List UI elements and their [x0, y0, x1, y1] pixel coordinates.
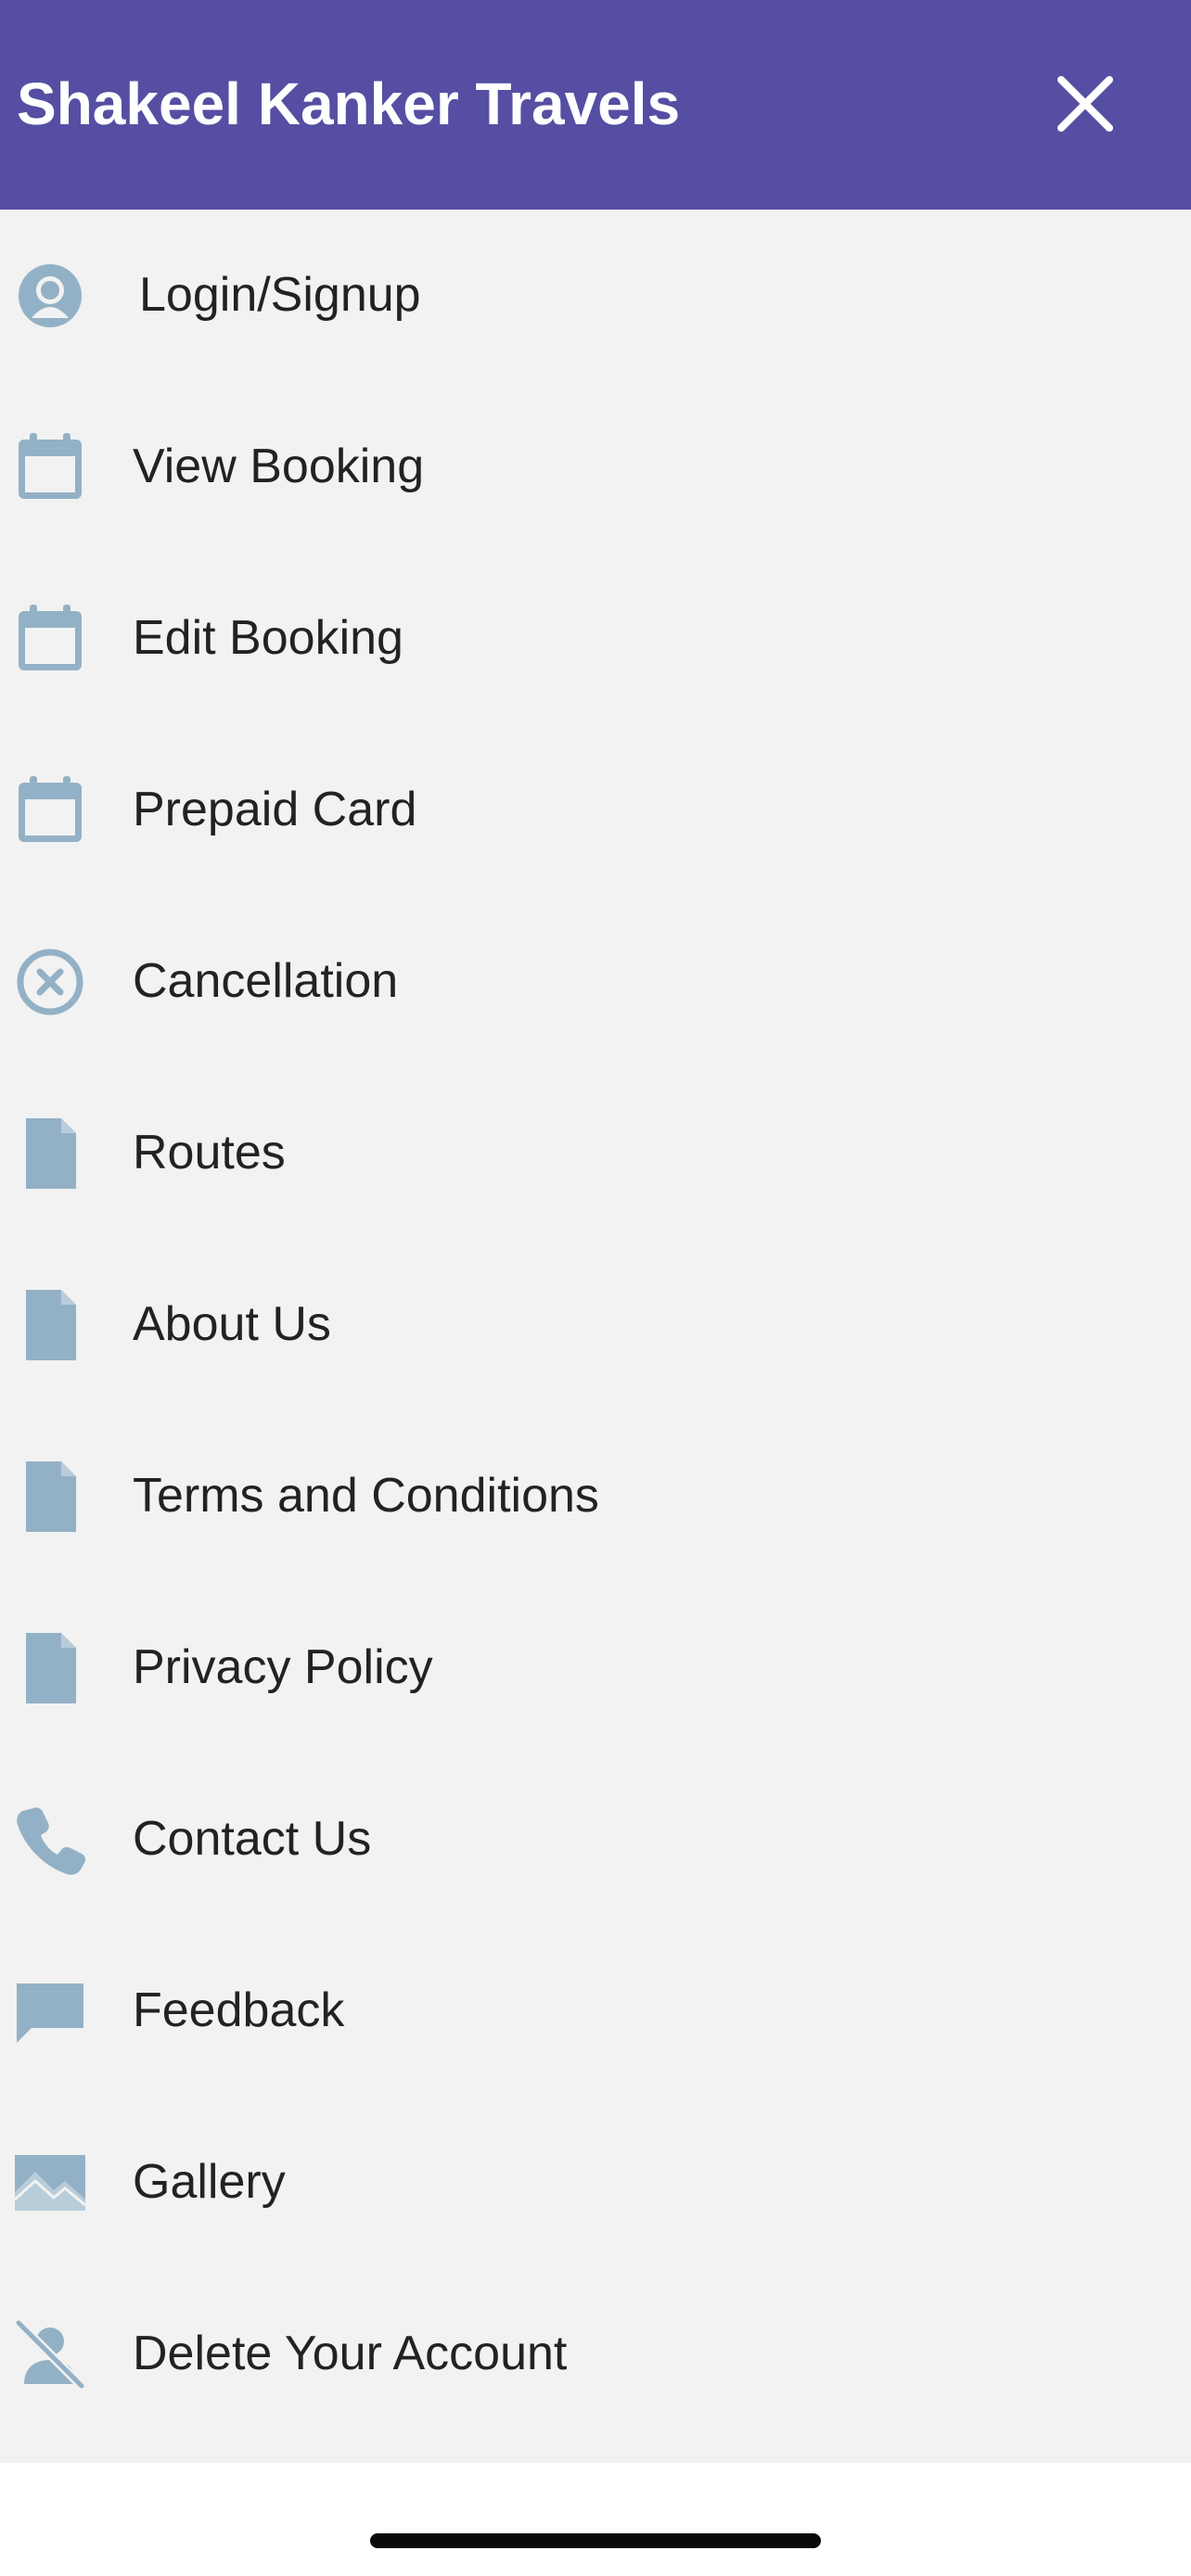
menu-item-label: Prepaid Card [133, 783, 417, 836]
menu-item-label: Terms and Conditions [133, 1469, 599, 1523]
menu-item-label: About Us [133, 1297, 331, 1351]
menu-item-contact-us[interactable]: Contact Us [0, 1753, 1191, 1925]
menu-item-login-signup[interactable]: Login/Signup [0, 210, 1191, 381]
calendar-icon [13, 773, 87, 848]
menu-item-label: View Booking [133, 440, 425, 493]
phone-icon [13, 1803, 87, 1877]
home-indicator-area [0, 2463, 1191, 2576]
calendar-icon [13, 430, 87, 504]
menu-item-prepaid-card[interactable]: Prepaid Card [0, 724, 1191, 896]
menu-item-label: Routes [133, 1126, 286, 1180]
document-icon [13, 1116, 87, 1191]
menu-item-gallery[interactable]: Gallery [0, 2097, 1191, 2268]
menu-item-label: Contact Us [133, 1812, 372, 1866]
menu-item-label: Privacy Policy [133, 1640, 433, 1694]
menu-item-label: Cancellation [133, 954, 399, 1008]
menu-item-routes[interactable]: Routes [0, 1067, 1191, 1239]
drawer-header: Shakeel Kanker Travels [0, 0, 1191, 210]
menu-item-cancellation[interactable]: Cancellation [0, 896, 1191, 1067]
menu-item-edit-booking[interactable]: Edit Booking [0, 553, 1191, 724]
menu-item-label: Gallery [133, 2155, 286, 2209]
menu-item-about-us[interactable]: About Us [0, 1239, 1191, 1410]
document-icon [13, 1631, 87, 1705]
menu-item-terms-and-conditions[interactable]: Terms and Conditions [0, 1410, 1191, 1582]
document-icon [13, 1288, 87, 1362]
image-icon [13, 2146, 87, 2220]
menu-item-label: Feedback [133, 1983, 345, 2037]
menu-item-privacy-policy[interactable]: Privacy Policy [0, 1582, 1191, 1753]
menu-item-view-booking[interactable]: View Booking [0, 381, 1191, 553]
menu-item-label: Edit Booking [133, 611, 403, 665]
cancel-circle-icon [13, 945, 87, 1019]
app-title: Shakeel Kanker Travels [17, 70, 681, 137]
drawer-menu: Login/Signup View Booking Edit Booking P… [0, 210, 1191, 2463]
close-button[interactable] [1048, 67, 1122, 141]
menu-item-label: Delete Your Account [133, 2327, 568, 2380]
chat-bubble-icon [13, 1974, 87, 2048]
home-indicator[interactable] [370, 2533, 821, 2548]
menu-item-feedback[interactable]: Feedback [0, 1925, 1191, 2097]
calendar-icon [13, 602, 87, 676]
document-icon [13, 1460, 87, 1534]
user-icon [13, 259, 87, 333]
navigation-drawer: Shakeel Kanker Travels Login/Signup View… [0, 0, 1191, 2576]
menu-item-delete-account[interactable]: Delete Your Account [0, 2268, 1191, 2440]
delete-user-icon [13, 2317, 87, 2391]
menu-item-label: Login/Signup [139, 268, 421, 322]
close-icon [1057, 76, 1113, 132]
